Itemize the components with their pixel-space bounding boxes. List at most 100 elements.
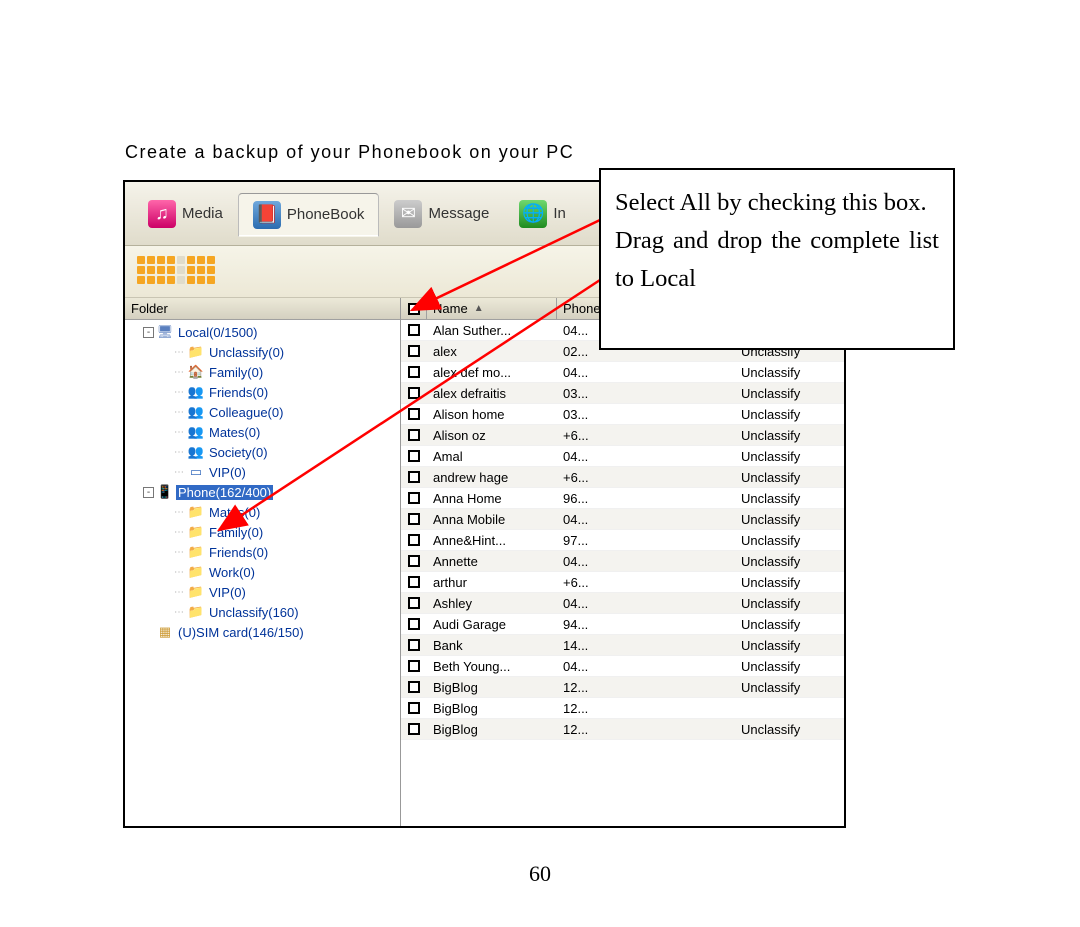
tree-node[interactable]: ▦(U)SIM card(146/150) bbox=[129, 622, 400, 642]
row-checkbox[interactable] bbox=[408, 429, 420, 441]
table-row[interactable]: alex defraitis03...Unclassify bbox=[401, 383, 844, 404]
group-cell: Unclassify bbox=[735, 554, 844, 569]
row-checkbox-cell[interactable] bbox=[401, 618, 427, 630]
table-row[interactable]: BigBlog12...Unclassify bbox=[401, 719, 844, 740]
table-row[interactable]: Anna Home96...Unclassify bbox=[401, 488, 844, 509]
row-checkbox[interactable] bbox=[408, 387, 420, 399]
row-checkbox[interactable] bbox=[408, 492, 420, 504]
table-row[interactable]: alex def mo...04...Unclassify bbox=[401, 362, 844, 383]
row-checkbox-cell[interactable] bbox=[401, 555, 427, 567]
table-row[interactable]: Bank14...Unclassify bbox=[401, 635, 844, 656]
row-checkbox-cell[interactable] bbox=[401, 639, 427, 651]
contacts-list[interactable]: Alan Suther...04...alex02...Unclassifyal… bbox=[401, 320, 844, 826]
row-checkbox-cell[interactable] bbox=[401, 450, 427, 462]
row-checkbox[interactable] bbox=[408, 723, 420, 735]
table-row[interactable]: Audi Garage94...Unclassify bbox=[401, 614, 844, 635]
name-cell: Anne&Hint... bbox=[427, 533, 557, 548]
row-checkbox[interactable] bbox=[408, 660, 420, 672]
pc-icon: 🖥 bbox=[157, 324, 173, 340]
tab-internet[interactable]: 🌐 In bbox=[504, 192, 581, 236]
tree-node[interactable]: ⋯📁Unclassify(0) bbox=[129, 342, 400, 362]
table-row[interactable]: BigBlog12... bbox=[401, 698, 844, 719]
row-checkbox-cell[interactable] bbox=[401, 387, 427, 399]
column-name[interactable]: Name ▲ bbox=[427, 298, 557, 319]
tree-node[interactable]: ⋯📁VIP(0) bbox=[129, 582, 400, 602]
tab-media[interactable]: ♫ Media bbox=[133, 192, 238, 236]
tree-node[interactable]: -📱Phone(162/400) bbox=[129, 482, 400, 502]
table-row[interactable]: Alison oz+6...Unclassify bbox=[401, 425, 844, 446]
tree-node[interactable]: ⋯📁Work(0) bbox=[129, 562, 400, 582]
row-checkbox[interactable] bbox=[408, 450, 420, 462]
row-checkbox-cell[interactable] bbox=[401, 324, 427, 336]
table-row[interactable]: Ashley04...Unclassify bbox=[401, 593, 844, 614]
row-checkbox[interactable] bbox=[408, 597, 420, 609]
folder-tree[interactable]: -🖥Local(0/1500)⋯📁Unclassify(0)⋯🏠Family(0… bbox=[125, 320, 400, 826]
row-checkbox[interactable] bbox=[408, 555, 420, 567]
row-checkbox-cell[interactable] bbox=[401, 597, 427, 609]
toolbar-icon[interactable] bbox=[137, 256, 223, 288]
name-cell: BigBlog bbox=[427, 722, 557, 737]
tree-node[interactable]: ⋯👥Society(0) bbox=[129, 442, 400, 462]
row-checkbox-cell[interactable] bbox=[401, 513, 427, 525]
row-checkbox-cell[interactable] bbox=[401, 660, 427, 672]
table-row[interactable]: Annette04...Unclassify bbox=[401, 551, 844, 572]
row-checkbox-cell[interactable] bbox=[401, 702, 427, 714]
table-row[interactable]: arthur+6...Unclassify bbox=[401, 572, 844, 593]
folder-icon: 📁 bbox=[188, 604, 204, 620]
group-cell: Unclassify bbox=[735, 680, 844, 695]
row-checkbox-cell[interactable] bbox=[401, 366, 427, 378]
tree-node-label: Friends(0) bbox=[207, 545, 270, 560]
row-checkbox[interactable] bbox=[408, 534, 420, 546]
table-row[interactable]: Alison home03...Unclassify bbox=[401, 404, 844, 425]
tree-node[interactable]: ⋯📁Family(0) bbox=[129, 522, 400, 542]
globe-icon: 🌐 bbox=[519, 200, 547, 228]
table-row[interactable]: Beth Young...04...Unclassify bbox=[401, 656, 844, 677]
row-checkbox-cell[interactable] bbox=[401, 471, 427, 483]
tree-twisty-icon[interactable]: - bbox=[143, 327, 154, 338]
row-checkbox-cell[interactable] bbox=[401, 408, 427, 420]
row-checkbox[interactable] bbox=[408, 702, 420, 714]
tree-node[interactable]: ⋯👥Mates(0) bbox=[129, 422, 400, 442]
row-checkbox-cell[interactable] bbox=[401, 576, 427, 588]
row-checkbox-cell[interactable] bbox=[401, 345, 427, 357]
column-label: Phone bbox=[563, 301, 601, 316]
row-checkbox[interactable] bbox=[408, 324, 420, 336]
row-checkbox[interactable] bbox=[408, 471, 420, 483]
tree-node-label: VIP(0) bbox=[207, 465, 248, 480]
tree-node[interactable]: ⋯📁Unclassify(160) bbox=[129, 602, 400, 622]
table-row[interactable]: Anna Mobile04...Unclassify bbox=[401, 509, 844, 530]
tree-node[interactable]: ⋯🏠Family(0) bbox=[129, 362, 400, 382]
row-checkbox-cell[interactable] bbox=[401, 492, 427, 504]
tree-node[interactable]: ⋯📁Mates(0) bbox=[129, 502, 400, 522]
row-checkbox[interactable] bbox=[408, 345, 420, 357]
table-row[interactable]: BigBlog12...Unclassify bbox=[401, 677, 844, 698]
tree-node[interactable]: ⋯👥Colleague(0) bbox=[129, 402, 400, 422]
row-checkbox[interactable] bbox=[408, 366, 420, 378]
table-row[interactable]: andrew hage+6...Unclassify bbox=[401, 467, 844, 488]
row-checkbox-cell[interactable] bbox=[401, 681, 427, 693]
tree-node-label: (U)SIM card(146/150) bbox=[176, 625, 306, 640]
tree-twisty-icon[interactable]: - bbox=[143, 487, 154, 498]
table-row[interactable]: Anne&Hint...97...Unclassify bbox=[401, 530, 844, 551]
tab-message[interactable]: ✉ Message bbox=[379, 192, 504, 236]
row-checkbox[interactable] bbox=[408, 618, 420, 630]
tree-node[interactable]: ⋯▭VIP(0) bbox=[129, 462, 400, 482]
row-checkbox[interactable] bbox=[408, 513, 420, 525]
tab-phonebook[interactable]: 📕 PhoneBook bbox=[238, 193, 380, 237]
row-checkbox[interactable] bbox=[408, 639, 420, 651]
row-checkbox-cell[interactable] bbox=[401, 723, 427, 735]
tree-node[interactable]: ⋯📁Friends(0) bbox=[129, 542, 400, 562]
table-row[interactable]: Amal04...Unclassify bbox=[401, 446, 844, 467]
row-checkbox[interactable] bbox=[408, 681, 420, 693]
row-checkbox[interactable] bbox=[408, 408, 420, 420]
tree-node[interactable]: ⋯👥Friends(0) bbox=[129, 382, 400, 402]
row-checkbox-cell[interactable] bbox=[401, 429, 427, 441]
select-all-checkbox[interactable] bbox=[408, 303, 420, 315]
tree-node[interactable]: -🖥Local(0/1500) bbox=[129, 322, 400, 342]
group-cell: Unclassify bbox=[735, 638, 844, 653]
group-cell: Unclassify bbox=[735, 470, 844, 485]
group-cell: Unclassify bbox=[735, 575, 844, 590]
row-checkbox-cell[interactable] bbox=[401, 534, 427, 546]
select-all-header[interactable] bbox=[401, 298, 427, 319]
row-checkbox[interactable] bbox=[408, 576, 420, 588]
